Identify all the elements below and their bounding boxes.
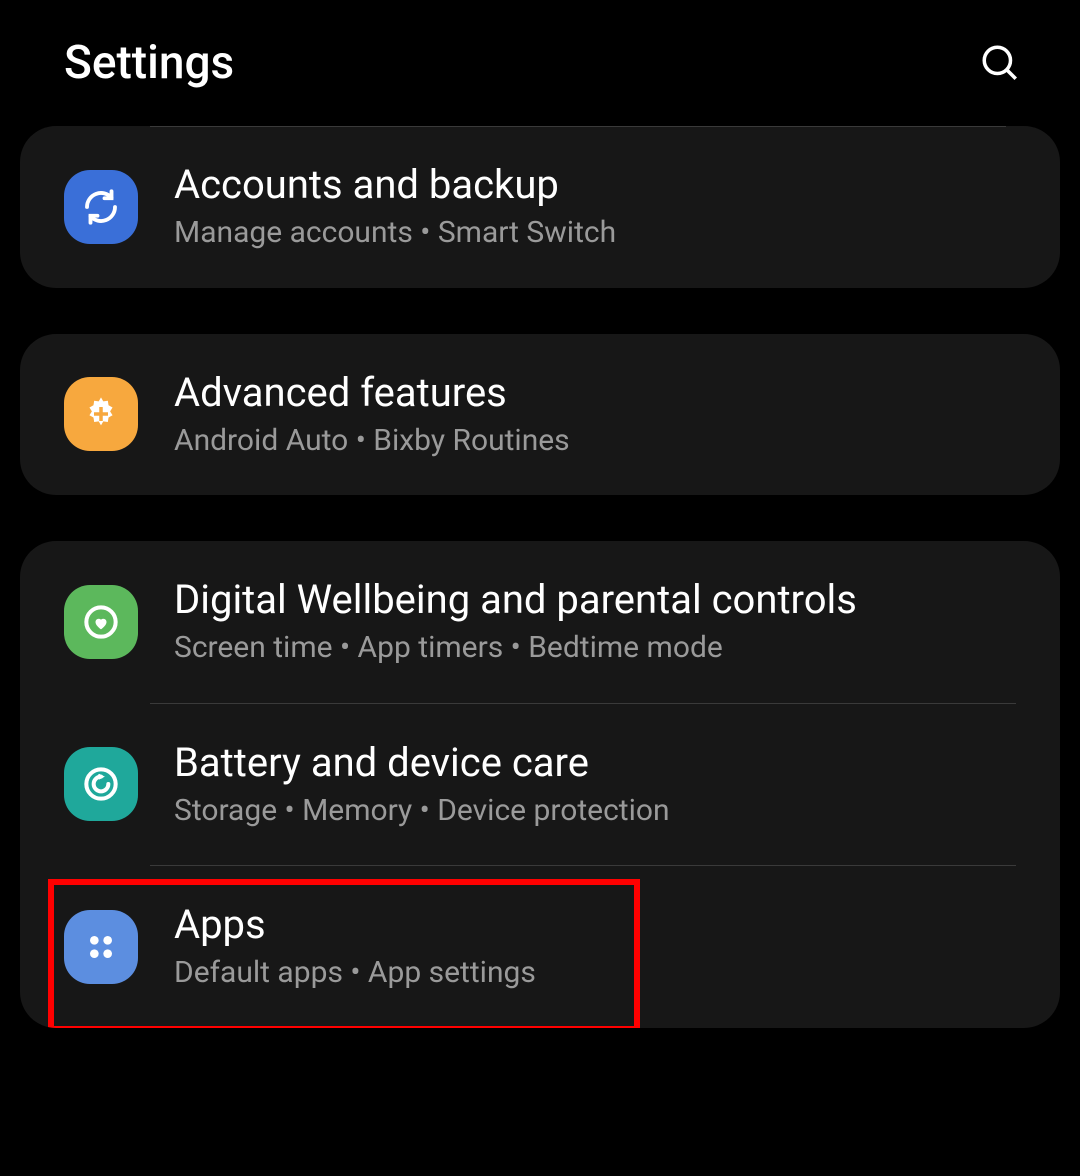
settings-group: Accounts and backup Manage accounts • Sm…: [20, 126, 1060, 288]
device-care-icon: [64, 747, 138, 821]
sync-icon: [64, 170, 138, 244]
settings-item-title: Battery and device care: [174, 740, 670, 786]
page-title: Settings: [64, 36, 234, 90]
header: Settings: [0, 0, 1080, 126]
settings-item-title: Apps: [174, 902, 536, 948]
settings-item-title: Accounts and backup: [174, 162, 616, 208]
settings-item-text: Digital Wellbeing and parental controls …: [174, 577, 857, 667]
settings-item-text: Apps Default apps • App settings: [174, 902, 536, 992]
settings-item-title: Digital Wellbeing and parental controls: [174, 577, 857, 623]
settings-group: Digital Wellbeing and parental controls …: [20, 541, 1060, 1028]
settings-item-subtitle: Screen time • App timers • Bedtime mode: [174, 629, 857, 667]
settings-item-battery-device-care[interactable]: Battery and device care Storage • Memory…: [20, 704, 1060, 866]
settings-item-accounts-backup[interactable]: Accounts and backup Manage accounts • Sm…: [20, 126, 1060, 288]
settings-item-text: Accounts and backup Manage accounts • Sm…: [174, 162, 616, 252]
settings-group: Advanced features Android Auto • Bixby R…: [20, 334, 1060, 496]
search-button[interactable]: [976, 39, 1024, 87]
settings-item-text: Battery and device care Storage • Memory…: [174, 740, 670, 830]
apps-icon: [64, 910, 138, 984]
settings-item-apps[interactable]: Apps Default apps • App settings: [20, 866, 1060, 1028]
settings-item-title: Advanced features: [174, 370, 570, 416]
settings-item-subtitle: Manage accounts • Smart Switch: [174, 214, 616, 252]
wellbeing-icon: [64, 585, 138, 659]
settings-item-text: Advanced features Android Auto • Bixby R…: [174, 370, 570, 460]
settings-item-subtitle: Storage • Memory • Device protection: [174, 792, 670, 830]
settings-item-advanced-features[interactable]: Advanced features Android Auto • Bixby R…: [20, 334, 1060, 496]
search-icon: [979, 42, 1021, 84]
settings-item-subtitle: Android Auto • Bixby Routines: [174, 422, 570, 460]
settings-item-digital-wellbeing[interactable]: Digital Wellbeing and parental controls …: [20, 541, 1060, 703]
settings-list: Accounts and backup Manage accounts • Sm…: [0, 126, 1080, 1028]
settings-item-subtitle: Default apps • App settings: [174, 954, 536, 992]
plus-gear-icon: [64, 377, 138, 451]
